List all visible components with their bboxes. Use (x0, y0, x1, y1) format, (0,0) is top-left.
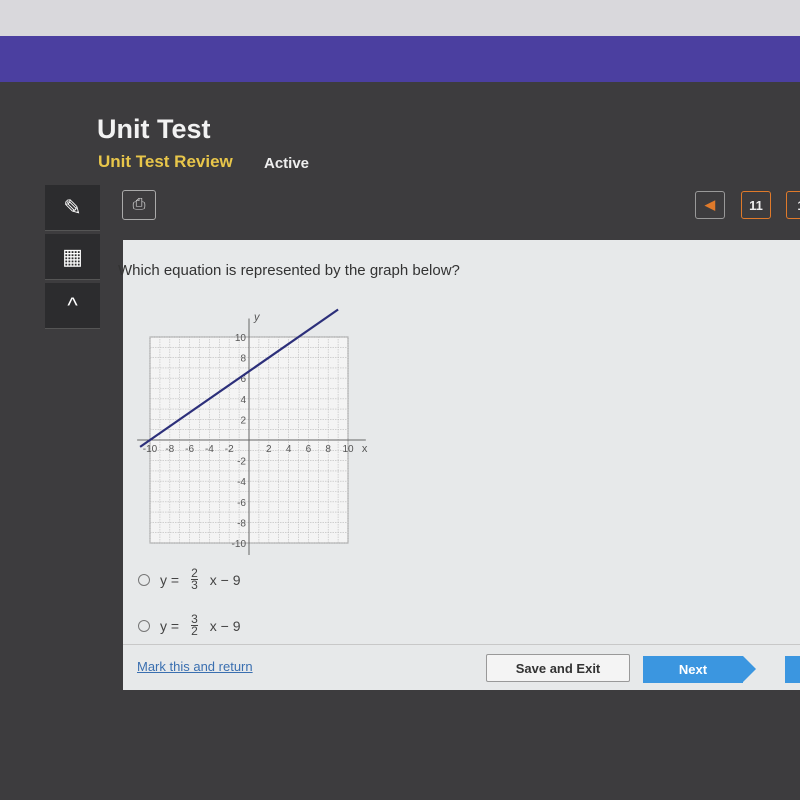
arrow-left-icon: ◀ (705, 197, 715, 212)
choice-1[interactable]: y = 23 x − 9 (138, 567, 241, 592)
x-tick-label: 4 (286, 444, 292, 455)
save-and-exit-button[interactable]: Save and Exit (486, 654, 630, 682)
print-icon: ⎙ (132, 196, 146, 213)
x-tick-label: 8 (325, 444, 331, 455)
denominator: 2 (191, 624, 198, 638)
question-11-button[interactable]: 11 (741, 191, 771, 219)
y-tick-label: 10 (235, 333, 247, 344)
choice-lhs: y = (160, 571, 180, 588)
status-label: Active (264, 155, 310, 172)
x-tick-label: 10 (342, 444, 354, 455)
question-text: Which equation is represented by the gra… (118, 262, 460, 279)
browser-bar (0, 0, 800, 36)
y-tick-label: -6 (237, 498, 246, 509)
pencil-tool-button[interactable]: ✎ (45, 185, 100, 231)
radio-button[interactable] (138, 573, 150, 586)
x-tick-label: -6 (185, 444, 194, 455)
y-tick-label: 2 (240, 415, 246, 426)
y-tick-label: -4 (237, 477, 246, 488)
pencil-icon: ✎ (63, 194, 82, 220)
caret-up-icon: ^ (67, 292, 78, 318)
choice-rhs: x − 9 (209, 617, 241, 634)
calculator-tool-button[interactable]: ▦ (45, 234, 100, 280)
collapse-tool-button[interactable]: ^ (45, 283, 100, 329)
question-next-number-button[interactable]: 1 (786, 191, 800, 219)
divider (123, 644, 800, 645)
x-tick-label: -4 (205, 444, 214, 455)
mark-and-return-link[interactable]: Mark this and return (137, 659, 253, 674)
submit-button-partial[interactable] (785, 656, 800, 683)
print-button[interactable]: ⎙ (122, 190, 156, 220)
y-tick-label: -8 (237, 518, 246, 529)
header-band (0, 36, 800, 82)
choice-lhs: y = (160, 617, 180, 634)
calculator-icon: ▦ (62, 243, 83, 269)
next-button[interactable]: Next (643, 656, 756, 683)
coordinate-graph: -10 -8 -6 -4 -2 2 4 6 8 10108642-2-4-6-8-10xy (137, 308, 368, 555)
y-tick-label: 8 (240, 354, 246, 365)
page-title: Unit Test (97, 114, 211, 144)
fraction: 23 (191, 567, 198, 592)
y-axis-label: y (253, 312, 261, 324)
x-tick-label: 2 (266, 444, 272, 455)
x-tick-label: 6 (306, 444, 312, 455)
denominator: 3 (191, 578, 198, 592)
y-tick-label: 4 (240, 395, 246, 406)
radio-button[interactable] (138, 619, 150, 632)
x-tick-label: -8 (165, 444, 174, 455)
x-tick-label: -10 (143, 444, 158, 455)
fraction: 32 (191, 613, 198, 638)
page-subtitle: Unit Test Review (98, 152, 233, 171)
x-tick-label: -2 (225, 444, 234, 455)
y-tick-label: -2 (237, 457, 246, 468)
x-axis-label: x (362, 443, 368, 455)
prev-question-button[interactable]: ◀ (695, 191, 725, 219)
choice-rhs: x − 9 (209, 571, 241, 588)
choice-2[interactable]: y = 32 x − 9 (138, 613, 241, 638)
y-tick-label: -10 (232, 539, 247, 550)
